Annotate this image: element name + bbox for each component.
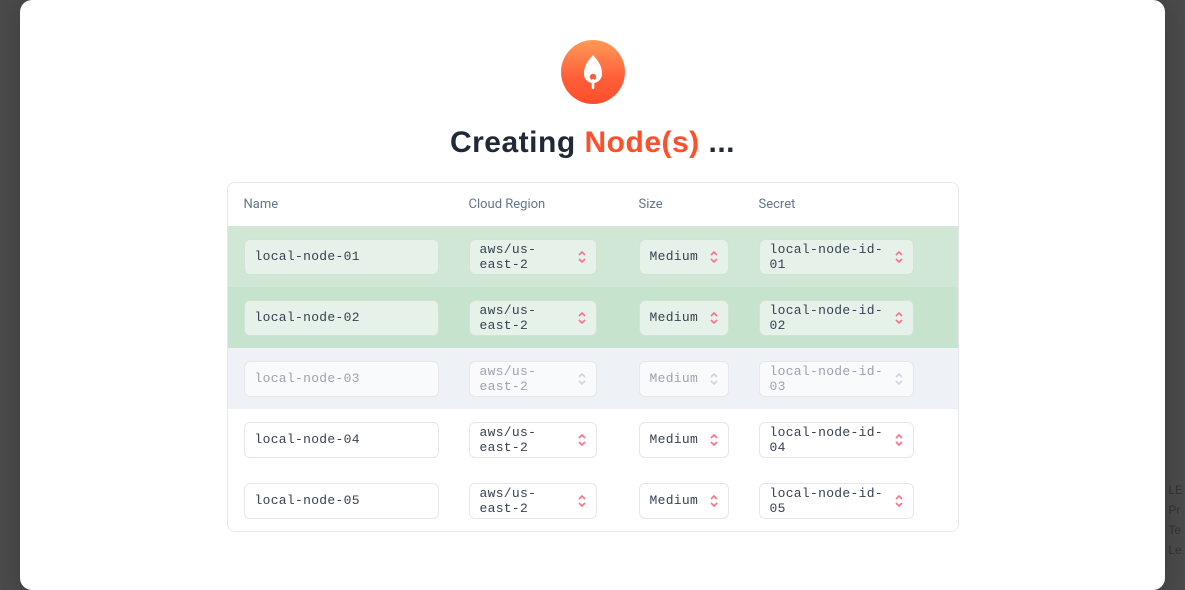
node-name-input[interactable]: local-node-01	[244, 239, 439, 275]
table-row: local-node-02 aws/us-east-2 Medium local-no…	[228, 287, 958, 348]
size-value: Medium	[650, 310, 699, 325]
select-chevrons-icon	[578, 251, 586, 263]
secret-value: local-node-id-01	[770, 242, 889, 272]
select-chevrons-icon	[710, 495, 718, 507]
secret-select[interactable]: local-node-id-01	[759, 239, 914, 275]
table-row: local-node-05 aws/us-east-2 Medium local-no…	[228, 470, 958, 531]
node-name-value: local-node-04	[255, 432, 360, 447]
size-value: Medium	[650, 249, 699, 264]
heading-prefix: Creating	[450, 126, 585, 159]
app-logo	[561, 40, 625, 104]
size-select[interactable]: Medium	[639, 422, 729, 458]
table-row: local-node-01 aws/us-east-2 Medium local-no…	[228, 226, 958, 287]
select-chevrons-icon	[710, 251, 718, 263]
cloud-region-value: aws/us-east-2	[480, 242, 572, 272]
cloud-region-select[interactable]: aws/us-east-2	[469, 422, 597, 458]
select-chevrons-icon	[710, 373, 718, 385]
select-chevrons-icon	[578, 312, 586, 324]
cloud-region-value: aws/us-east-2	[480, 364, 572, 394]
secret-value: local-node-id-05	[770, 486, 889, 516]
size-select[interactable]: Medium	[639, 483, 729, 519]
secret-select[interactable]: local-node-id-03	[759, 361, 914, 397]
nodes-table: Name Cloud Region Size Secret local-node…	[227, 182, 959, 532]
cloud-region-value: aws/us-east-2	[480, 425, 572, 455]
background-page-text: LE Pr Te Le	[1168, 480, 1185, 560]
column-header-name: Name	[240, 197, 465, 212]
cloud-region-value: aws/us-east-2	[480, 486, 572, 516]
node-name-input[interactable]: local-node-02	[244, 300, 439, 336]
select-chevrons-icon	[895, 312, 903, 324]
cloud-region-select[interactable]: aws/us-east-2	[469, 483, 597, 519]
secret-select[interactable]: local-node-id-02	[759, 300, 914, 336]
node-name-value: local-node-03	[255, 371, 360, 386]
modal-heading: Creating Node(s) ...	[450, 126, 735, 160]
table-body: local-node-01aws/us-east-2Mediumlocal-no…	[228, 226, 958, 531]
secret-select[interactable]: local-node-id-04	[759, 422, 914, 458]
column-header-secret: Secret	[755, 197, 940, 212]
column-header-size: Size	[635, 197, 755, 212]
size-select[interactable]: Medium	[639, 300, 729, 336]
table-header: Name Cloud Region Size Secret	[228, 183, 958, 226]
node-name-value: local-node-05	[255, 493, 360, 508]
select-chevrons-icon	[578, 434, 586, 446]
secret-select[interactable]: local-node-id-05	[759, 483, 914, 519]
create-nodes-modal: Creating Node(s) ... Name Cloud Region S…	[20, 0, 1165, 590]
cloud-region-value: aws/us-east-2	[480, 303, 572, 333]
cloud-region-select[interactable]: aws/us-east-2	[469, 300, 597, 336]
size-select[interactable]: Medium	[639, 361, 729, 397]
column-header-region: Cloud Region	[465, 197, 635, 212]
node-name-input[interactable]: local-node-05	[244, 483, 439, 519]
heading-suffix: ...	[700, 126, 735, 159]
select-chevrons-icon	[895, 434, 903, 446]
select-chevrons-icon	[710, 434, 718, 446]
node-name-value: local-node-01	[255, 249, 360, 264]
secret-value: local-node-id-02	[770, 303, 889, 333]
cloud-region-select[interactable]: aws/us-east-2	[469, 239, 597, 275]
table-row: local-node-03 aws/us-east-2 Medium local-no…	[228, 348, 958, 409]
select-chevrons-icon	[710, 312, 718, 324]
size-value: Medium	[650, 493, 699, 508]
node-name-input[interactable]: local-node-04	[244, 422, 439, 458]
select-chevrons-icon	[578, 495, 586, 507]
node-name-input[interactable]: local-node-03	[244, 361, 439, 397]
secret-value: local-node-id-03	[770, 364, 889, 394]
table-row: local-node-04 aws/us-east-2 Medium local-no…	[228, 409, 958, 470]
select-chevrons-icon	[895, 495, 903, 507]
heading-accent: Node(s)	[585, 126, 700, 159]
cloud-region-select[interactable]: aws/us-east-2	[469, 361, 597, 397]
size-select[interactable]: Medium	[639, 239, 729, 275]
select-chevrons-icon	[895, 251, 903, 263]
select-chevrons-icon	[578, 373, 586, 385]
secret-value: local-node-id-04	[770, 425, 889, 455]
size-value: Medium	[650, 432, 699, 447]
node-name-value: local-node-02	[255, 310, 360, 325]
size-value: Medium	[650, 371, 699, 386]
select-chevrons-icon	[895, 373, 903, 385]
